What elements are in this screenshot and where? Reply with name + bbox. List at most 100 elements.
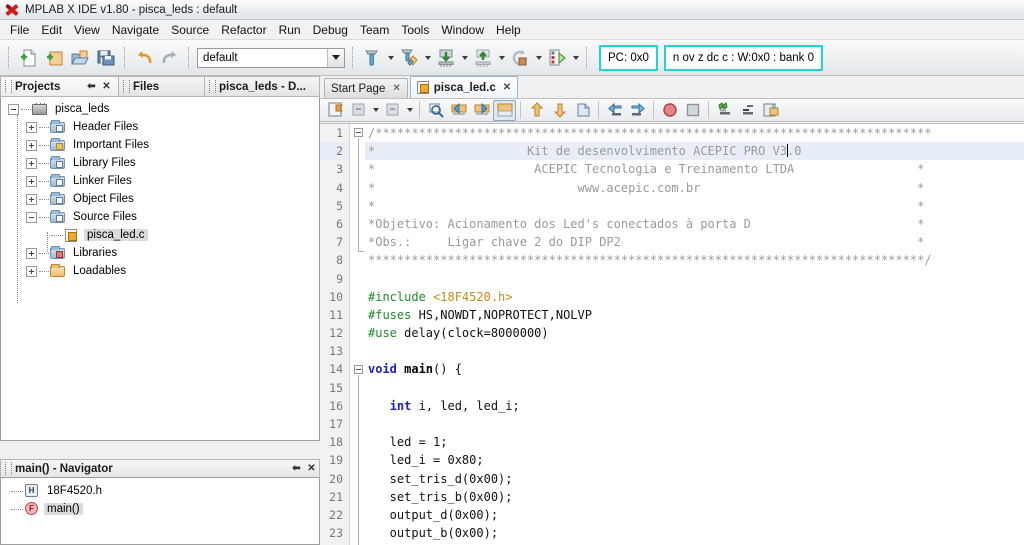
collapse-toggle-icon[interactable] — [26, 211, 37, 223]
uncomment-icon[interactable] — [736, 100, 759, 121]
read-device-memory-icon[interactable] — [470, 45, 496, 71]
inspect-icon[interactable] — [759, 100, 782, 121]
menu-item-navigate[interactable]: Navigate — [106, 21, 165, 39]
drag-grip-icon[interactable] — [209, 80, 216, 93]
menu-item-view[interactable]: View — [68, 21, 106, 39]
code-line[interactable]: *Obs.: Ligar chave 2 do DIP DP2 * — [365, 233, 1024, 251]
drag-grip-icon[interactable] — [5, 80, 12, 93]
shift-line-right-icon[interactable] — [626, 100, 649, 121]
editor-tab-pisca-led-c[interactable]: pisca_led.c ✕ — [409, 76, 519, 98]
redo-icon[interactable] — [157, 45, 183, 71]
source-code-editor[interactable]: 123456789101112131415161718192021222324 … — [320, 123, 1024, 545]
tree-item-object-files[interactable]: Object Files — [1, 190, 319, 208]
code-line[interactable]: void main() { — [365, 360, 1024, 378]
close-window-icon[interactable]: ✕ — [304, 461, 319, 476]
debug-project-icon[interactable] — [544, 45, 570, 71]
tab-files[interactable]: Files — [118, 76, 204, 97]
tree-item-important-files[interactable]: Important Files — [1, 136, 319, 154]
code-fold-column[interactable] — [351, 124, 365, 545]
expand-toggle-icon[interactable] — [26, 193, 37, 205]
read-dropdown-icon[interactable] — [496, 46, 507, 70]
tree-item-library-files[interactable]: Library Files — [1, 154, 319, 172]
editor-tab-start-page[interactable]: Start Page ✕ — [324, 78, 408, 98]
start-macro-recording-icon[interactable] — [658, 100, 681, 121]
new-file-icon[interactable] — [15, 45, 41, 71]
code-line[interactable]: * * — [365, 197, 1024, 215]
menu-item-file[interactable]: File — [4, 21, 35, 39]
code-line[interactable] — [365, 342, 1024, 360]
tree-item-libraries[interactable]: Libraries — [1, 244, 319, 262]
expand-toggle-icon[interactable] — [26, 175, 37, 187]
expand-toggle-icon[interactable] — [26, 157, 37, 169]
navigator-list[interactable]: H 18F4520.h F main() — [0, 478, 320, 545]
code-line[interactable]: * www.acepic.com.br * — [365, 179, 1024, 197]
bookmark-dropdown-icon[interactable] — [370, 98, 381, 122]
code-line[interactable]: ****************************************… — [365, 251, 1024, 269]
hold-in-reset-icon[interactable] — [507, 45, 533, 71]
minimize-window-icon[interactable]: ⬅ — [84, 79, 99, 94]
debug-dropdown-icon[interactable] — [570, 46, 581, 70]
collapse-toggle-icon[interactable] — [8, 103, 19, 115]
menu-item-run[interactable]: Run — [273, 21, 307, 39]
make-and-program-icon[interactable] — [433, 45, 459, 71]
previous-error-icon[interactable] — [525, 100, 548, 121]
tree-item-linker-files[interactable]: Linker Files — [1, 172, 319, 190]
clean-build-dropdown-icon[interactable] — [422, 46, 433, 70]
build-dropdown-icon[interactable] — [385, 46, 396, 70]
shift-line-left-icon[interactable] — [603, 100, 626, 121]
next-bookmark-icon[interactable] — [381, 100, 404, 121]
navigator-item-main[interactable]: F main() — [1, 500, 319, 518]
line-number-gutter[interactable]: 123456789101112131415161718192021222324 — [320, 124, 350, 545]
menu-item-edit[interactable]: Edit — [35, 21, 68, 39]
code-line[interactable]: * ACEPIC Tecnologia e Treinamento LTDA * — [365, 160, 1024, 178]
menu-item-window[interactable]: Window — [435, 21, 490, 39]
toggle-highlight-search-icon[interactable] — [493, 99, 516, 121]
reset-dropdown-icon[interactable] — [533, 46, 544, 70]
previous-bookmark-icon[interactable] — [347, 100, 370, 121]
tree-item-source-files[interactable]: Source Files — [1, 208, 319, 226]
code-line[interactable]: set_tris_d(0x00); — [365, 470, 1024, 488]
menu-item-debug[interactable]: Debug — [307, 21, 354, 39]
drag-grip-icon[interactable] — [123, 80, 130, 93]
code-line[interactable]: #include <18F4520.h> — [365, 288, 1024, 306]
code-line[interactable] — [365, 270, 1024, 288]
menu-item-source[interactable]: Source — [165, 21, 215, 39]
tree-item-pisca-led-c[interactable]: pisca_led.c — [1, 226, 319, 244]
code-line[interactable]: output_b(0x00); — [365, 524, 1024, 542]
undo-icon[interactable] — [131, 45, 157, 71]
code-line[interactable]: #fuses HS,NOWDT,NOPROTECT,NOLVP — [365, 306, 1024, 324]
bookmark2-dropdown-icon[interactable] — [404, 98, 415, 122]
tab-projects[interactable]: Projects ⬅ ✕ — [0, 76, 118, 97]
find-previous-icon[interactable] — [447, 100, 470, 121]
navigator-item-header[interactable]: H 18F4520.h — [1, 482, 319, 500]
tree-item-loadables[interactable]: Loadables — [1, 262, 319, 280]
tree-item-header-files[interactable]: Header Files — [1, 118, 319, 136]
code-line[interactable]: led = 1; — [365, 433, 1024, 451]
expand-toggle-icon[interactable] — [26, 247, 37, 259]
fold-toggle-line-1[interactable] — [354, 128, 363, 137]
close-tab-icon[interactable]: ✕ — [392, 83, 400, 94]
configuration-combo[interactable]: default — [197, 47, 345, 68]
toggle-bookmark-icon[interactable] — [324, 100, 347, 121]
code-line[interactable]: led_i = 0x80; — [365, 451, 1024, 469]
code-line[interactable] — [365, 415, 1024, 433]
code-line[interactable]: int i, led, led_i; — [365, 397, 1024, 415]
expand-toggle-icon[interactable] — [26, 121, 37, 133]
comment-icon[interactable] — [713, 100, 736, 121]
clean-and-build-icon[interactable] — [396, 45, 422, 71]
menu-item-tools[interactable]: Tools — [395, 21, 435, 39]
code-line[interactable]: set_tris_b(0x00); — [365, 488, 1024, 506]
fold-toggle-line-14[interactable] — [354, 365, 363, 374]
code-line[interactable]: *Objetivo: Acionamento dos Led's conecta… — [365, 215, 1024, 233]
code-line[interactable]: /***************************************… — [365, 124, 1024, 142]
code-line[interactable] — [365, 379, 1024, 397]
code-line[interactable]: #use delay(clock=8000000) — [365, 324, 1024, 342]
code-text-region[interactable]: /***************************************… — [365, 124, 1024, 545]
stop-macro-recording-icon[interactable] — [681, 100, 704, 121]
menu-item-help[interactable]: Help — [490, 21, 527, 39]
tab-pisca-leds-dashboard[interactable]: pisca_leds - D... — [204, 76, 320, 97]
find-next-icon[interactable] — [470, 100, 493, 121]
build-project-icon[interactable] — [359, 45, 385, 71]
next-error-icon[interactable] — [548, 100, 571, 121]
open-project-icon[interactable] — [67, 45, 93, 71]
